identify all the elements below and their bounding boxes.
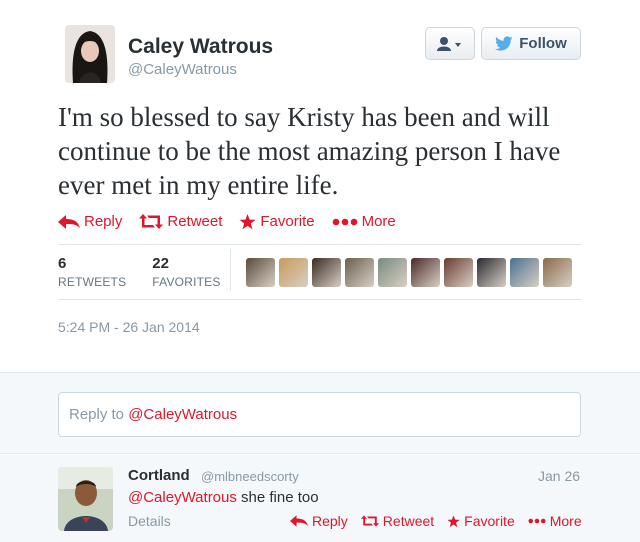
author-name[interactable]: Caley Watrous xyxy=(128,35,273,59)
stats-separator xyxy=(230,249,231,291)
favoriter-avatar[interactable] xyxy=(444,258,473,287)
favoriter-avatar[interactable] xyxy=(246,258,275,287)
reply-author-handle[interactable]: @mlbneedscorty xyxy=(201,469,299,484)
tweet-actions: Reply Retweet Favorite More xyxy=(58,213,396,230)
retweets-stat[interactable]: 6 RETWEETS xyxy=(58,255,126,289)
favoriter-avatar[interactable] xyxy=(411,258,440,287)
reply-date[interactable]: Jan 26 xyxy=(538,468,580,484)
user-actions-dropdown[interactable] xyxy=(425,27,475,60)
retweet-icon xyxy=(360,515,379,527)
divider xyxy=(58,299,582,300)
retweet-label: Retweet xyxy=(167,213,223,230)
reply-input[interactable]: Reply to @CaleyWatrous xyxy=(58,392,581,437)
retweets-count: 6 xyxy=(58,255,67,272)
reply-actions: Reply Retweet Favorite More xyxy=(290,513,582,529)
reply-reply-action[interactable]: Reply xyxy=(290,513,348,529)
favoriter-avatar[interactable] xyxy=(510,258,539,287)
user-dropdown-icon xyxy=(437,37,461,51)
favoriter-avatars xyxy=(246,258,572,287)
favoriter-avatar[interactable] xyxy=(279,258,308,287)
reply-retweet-action[interactable]: Retweet xyxy=(360,513,435,529)
favoriter-avatar[interactable] xyxy=(543,258,572,287)
favorites-stat[interactable]: 22 FAVORITES xyxy=(152,255,220,289)
more-dots-icon xyxy=(528,518,546,524)
star-icon xyxy=(239,213,256,229)
star-icon xyxy=(447,514,460,527)
reply-text: @CaleyWatrous she fine too xyxy=(128,489,319,506)
follow-label: Follow xyxy=(519,35,567,52)
reply-more-action[interactable]: More xyxy=(528,513,582,529)
favoriter-avatar[interactable] xyxy=(378,258,407,287)
retweet-icon xyxy=(139,214,164,229)
tweet-text: I'm so blessed to say Kristy has been an… xyxy=(58,102,561,200)
favorite-action[interactable]: Favorite xyxy=(239,213,315,230)
reply-mention: @CaleyWatrous xyxy=(128,406,238,423)
reply-icon xyxy=(290,515,308,527)
retweet-action[interactable]: Retweet xyxy=(139,213,222,230)
reply-retweet-label: Retweet xyxy=(382,513,435,529)
reply-composer-area: Reply to @CaleyWatrous xyxy=(0,372,640,454)
divider xyxy=(58,244,582,245)
tweet-card: Caley Watrous @CaleyWatrous Follow I'm s… xyxy=(0,0,640,372)
reply-author-avatar[interactable] xyxy=(58,467,113,531)
reply-author-name[interactable]: Cortland xyxy=(128,467,190,484)
reply-prefix: Reply to xyxy=(69,406,129,423)
favoriter-avatar[interactable] xyxy=(312,258,341,287)
reply-favorite-action[interactable]: Favorite xyxy=(447,513,515,529)
favoriter-avatar[interactable] xyxy=(345,258,374,287)
favorite-label: Favorite xyxy=(260,213,315,230)
favorites-count: 22 xyxy=(152,255,169,272)
reply-label: Reply xyxy=(84,213,123,230)
follow-button[interactable]: Follow xyxy=(481,27,581,60)
reply-tweet: Cortland @mlbneedscorty Jan 26 @CaleyWat… xyxy=(0,455,640,542)
author-avatar[interactable] xyxy=(65,25,115,83)
reply-details-link[interactable]: Details xyxy=(128,513,171,529)
favoriter-avatar[interactable] xyxy=(477,258,506,287)
author-handle[interactable]: @CaleyWatrous xyxy=(128,61,237,78)
reply-action[interactable]: Reply xyxy=(58,213,122,230)
more-dots-icon xyxy=(332,218,357,225)
reply-more-label: More xyxy=(549,513,582,529)
favorites-label: FAVORITES xyxy=(152,275,221,289)
retweets-label: RETWEETS xyxy=(58,275,127,289)
reply-text-mention[interactable]: @CaleyWatrous xyxy=(128,489,237,506)
reply-icon xyxy=(58,214,80,229)
tweet-timestamp[interactable]: 5:24 PM - 26 Jan 2014 xyxy=(58,319,200,335)
reply-text-body: she fine too xyxy=(236,489,319,506)
reply-reply-label: Reply xyxy=(312,513,348,529)
more-label: More xyxy=(361,213,396,230)
bird-icon xyxy=(495,36,513,51)
tweet-stats: 6 RETWEETS 22 FAVORITES xyxy=(58,255,247,289)
reply-favorite-label: Favorite xyxy=(464,513,515,529)
more-action[interactable]: More xyxy=(332,213,396,230)
